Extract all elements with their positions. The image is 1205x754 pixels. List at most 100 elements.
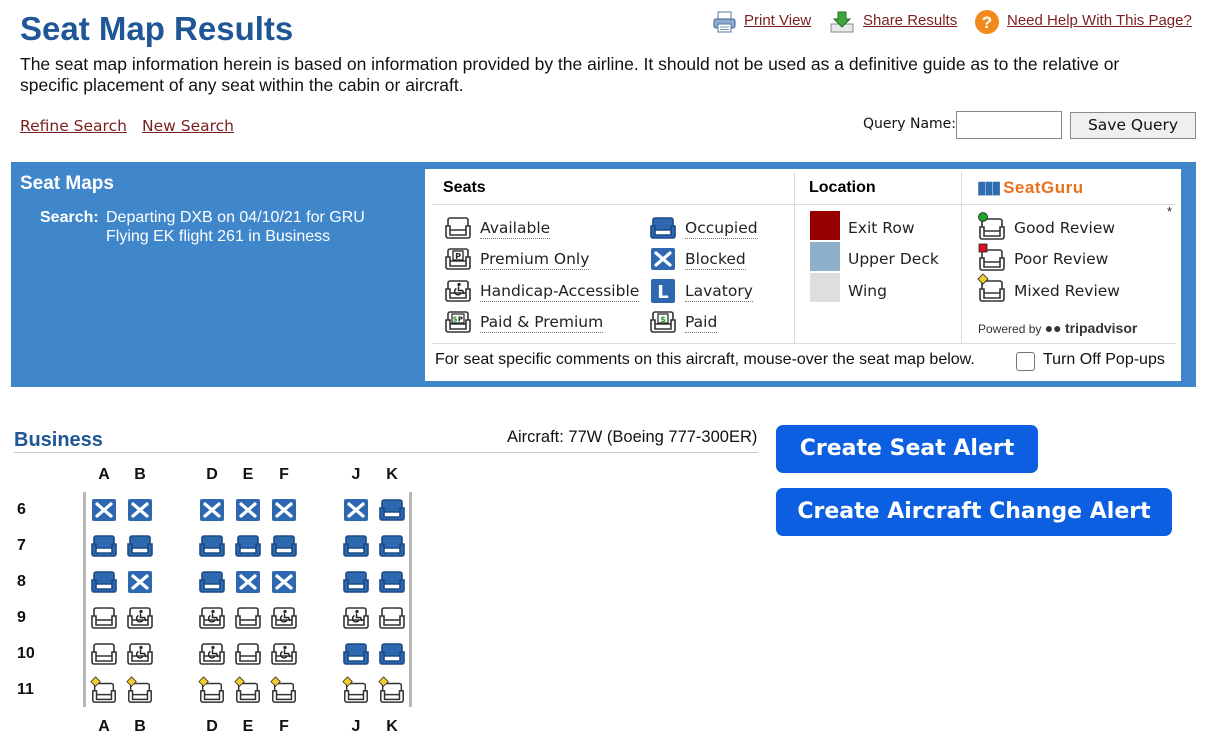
legend-paid[interactable]: Paid (685, 313, 718, 333)
legend-wing: Wing (848, 282, 887, 300)
legend-blocked[interactable]: Blocked (685, 250, 746, 270)
cabin-title: Business (14, 429, 103, 451)
seat-10a[interactable] (90, 640, 118, 668)
seat-9a[interactable] (90, 604, 118, 632)
occupied-seat-icon (271, 535, 297, 557)
seat-10d[interactable] (198, 640, 226, 668)
search-departure: Departing DXB on 04/10/21 for GRU (106, 209, 365, 226)
seat-10e[interactable] (234, 640, 262, 668)
seat-11f[interactable] (270, 676, 298, 704)
refine-search-link[interactable]: Refine Search (20, 117, 127, 135)
help-link[interactable]: Need Help With This Page? (1007, 12, 1192, 29)
seat-6f[interactable] (270, 496, 298, 524)
save-query-button[interactable]: Save Query (1070, 112, 1196, 139)
occupied-seat-icon (199, 535, 225, 557)
legend-poor-review: Poor Review (1014, 250, 1109, 268)
page-title: Seat Map Results (20, 10, 294, 47)
occupied-seat-icon (343, 571, 369, 593)
legend-paid-premium[interactable]: Paid & Premium (480, 313, 604, 333)
row-label: 10 (17, 645, 35, 662)
blocked-seat-icon (344, 499, 368, 521)
seat-10b[interactable] (126, 640, 154, 668)
blocked-seat-icon (649, 246, 677, 277)
occupied-seat-icon (379, 499, 405, 521)
owl-icon: ●● (1044, 320, 1062, 336)
seat-11a[interactable] (90, 676, 118, 704)
available-seat-icon (444, 215, 472, 246)
seat-8b[interactable] (126, 568, 154, 596)
seat-7d[interactable] (198, 532, 226, 560)
seat-7a[interactable] (90, 532, 118, 560)
seat-8f[interactable] (270, 568, 298, 596)
handicap-seat-icon (343, 607, 369, 629)
legend-handicap-accessible[interactable]: Handicap-Accessible (480, 282, 640, 302)
available-seat-icon (91, 607, 117, 629)
handicap-seat-icon (127, 643, 153, 665)
seat-8e[interactable] (234, 568, 262, 596)
mixed-seat-icon (234, 676, 260, 703)
aircraft-type: Aircraft: 77W (Boeing 777-300ER) (507, 428, 758, 446)
exit-row-swatch (810, 211, 840, 240)
occupied-seat-icon (649, 215, 677, 246)
fuselage-right-wall (409, 492, 412, 707)
seat-7f[interactable] (270, 532, 298, 560)
legend-available[interactable]: Available (480, 219, 551, 239)
query-name-label: Query Name: (863, 116, 957, 132)
seat-8j[interactable] (342, 568, 370, 596)
column-label: A (98, 718, 110, 735)
turn-off-popups-label[interactable]: Turn Off Pop-ups (1043, 351, 1165, 369)
seat-11d[interactable] (198, 676, 226, 704)
print-view-link[interactable]: Print View (744, 12, 811, 29)
mixed-review-icon (977, 273, 1007, 308)
seat-9d[interactable] (198, 604, 226, 632)
seat-9e[interactable] (234, 604, 262, 632)
blocked-seat-icon (128, 499, 152, 521)
seat-10j[interactable] (342, 640, 370, 668)
help-icon[interactable]: ? (974, 9, 1000, 34)
seat-9j[interactable] (342, 604, 370, 632)
seat-6b[interactable] (126, 496, 154, 524)
create-aircraft-change-alert-button[interactable]: Create Aircraft Change Alert (776, 488, 1172, 536)
column-label: E (242, 718, 254, 735)
blocked-seat-icon (92, 499, 116, 521)
legend-premium-only[interactable]: Premium Only (480, 250, 590, 270)
legend-divider (432, 343, 1176, 344)
seat-6d[interactable] (198, 496, 226, 524)
seat-6e[interactable] (234, 496, 262, 524)
seat-9k[interactable] (378, 604, 406, 632)
handicap-seat-icon (271, 607, 297, 629)
seat-11k[interactable] (378, 676, 406, 704)
seat-11j[interactable] (342, 676, 370, 704)
share-results-link[interactable]: Share Results (863, 12, 957, 29)
seat-7b[interactable] (126, 532, 154, 560)
seat-11e[interactable] (234, 676, 262, 704)
seat-6a[interactable] (90, 496, 118, 524)
banner-title: Seat Maps (20, 173, 114, 194)
seat-7e[interactable] (234, 532, 262, 560)
create-seat-alert-button[interactable]: Create Seat Alert (776, 425, 1038, 473)
seat-8k[interactable] (378, 568, 406, 596)
seat-7j[interactable] (342, 532, 370, 560)
print-icon[interactable] (712, 10, 738, 34)
seat-11b[interactable] (126, 676, 154, 704)
available-seat-icon (235, 643, 261, 665)
legend-mixed-review: Mixed Review (1014, 282, 1120, 300)
turn-off-popups-checkbox[interactable] (1016, 352, 1035, 371)
legend-lavatory[interactable]: Lavatory (685, 282, 753, 302)
seat-10f[interactable] (270, 640, 298, 668)
download-icon[interactable] (829, 10, 855, 34)
seat-7k[interactable] (378, 532, 406, 560)
seat-8a[interactable] (90, 568, 118, 596)
search-flight: Flying EK flight 261 in Business (106, 228, 331, 245)
seat-9b[interactable] (126, 604, 154, 632)
seat-8d[interactable] (198, 568, 226, 596)
query-name-input[interactable] (956, 111, 1062, 139)
seat-6k[interactable] (378, 496, 406, 524)
legend-occupied[interactable]: Occupied (685, 219, 758, 239)
seat-10k[interactable] (378, 640, 406, 668)
seat-9f[interactable] (270, 604, 298, 632)
seat-6j[interactable] (342, 496, 370, 524)
new-search-link[interactable]: New Search (142, 117, 234, 135)
legend-divider (961, 172, 962, 343)
occupied-seat-icon (127, 535, 153, 557)
